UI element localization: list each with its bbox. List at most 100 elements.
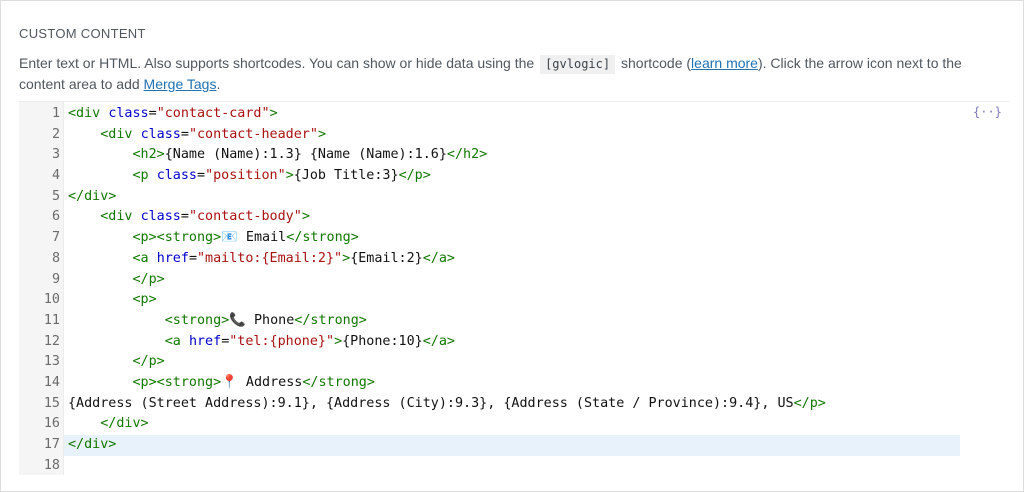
code-line[interactable]: 17 </div> [19,435,1009,456]
code-token-tag: </p> [398,168,431,184]
code-token-str: "contact-card" [156,106,270,121]
code-lines: 1 <div class="contact-card"> 2 <div class=… [19,104,1009,475]
code-token-tag: </p> [132,354,165,370]
code-line[interactable]: 6 <div class="contact-body"> [19,207,1009,228]
code-token-str: "position" [205,168,286,184]
code-line[interactable]: 9 </p> [19,270,1009,291]
line-number: 16 [43,416,60,432]
line-number: 11 [43,312,60,328]
code-text: <a href="tel:{phone}">{Phone:10}</a> [68,332,455,353]
code-token-tag: <p><strong> [132,374,222,390]
code-text: </p> [68,270,165,291]
learn-more-link[interactable]: learn more [691,55,758,71]
code-token-tag: <h2> [132,147,165,163]
code-token-tag: > [334,333,343,349]
code-token-str: "contact-header" [188,126,318,142]
code-line[interactable]: 1 <div class="contact-card"> [19,104,1009,125]
line-number: 15 [43,395,60,411]
code-line[interactable]: 12 <a href="tel:{phone}">{Phone:10}</a> [19,332,1009,353]
code-token-tag: </p> [793,395,826,411]
code-token-tag: <div [68,106,109,121]
code-token-txt: 📞 Phone [229,312,295,328]
code-token-tag: </div> [68,188,117,204]
code-editor[interactable]: 1 <div class="contact-card"> 2 <div class=… [19,101,1009,475]
line-number: 5 [51,188,60,204]
merge-tags-icon[interactable]: {··} [973,102,1002,122]
code-text: <p><strong>📍 Address</strong> [68,373,375,394]
code-text: </div> [68,187,116,208]
code-text: <p> [68,290,157,311]
code-token-tag: </div> [100,416,149,432]
gvlogic-code-chip: [gvlogic] [540,55,616,74]
code-line[interactable]: 11 <strong>📞 Phone</strong> [19,311,1009,332]
code-token-tag: <a [164,333,189,349]
code-line[interactable]: 4 <p class="position">{Job Title:3}</p> [19,166,1009,187]
code-token-attr: class [108,106,149,121]
merge-tags-link[interactable]: Merge Tags [144,76,217,92]
code-text: <strong>📞 Phone</strong> [68,311,367,332]
code-token-attr: href [188,333,222,349]
code-token-txt: = [148,106,157,121]
code-token-attr: class [156,168,197,184]
code-text: <p class="position">{Job Title:3}</p> [68,166,431,187]
code-token-tag: > [285,168,294,184]
code-token-txt: = [197,168,206,184]
code-text: <a href="mailto:{Email:2}">{Email:2}</a> [68,249,456,270]
code-line[interactable]: 3 <h2>{Name (Name):1.3} {Name (Name):1.6… [19,145,1009,166]
code-line[interactable]: 2 <div class="contact-header"> [19,125,1009,146]
code-line[interactable]: 8 <a href="mailto:{Email:2}">{Email:2}</… [19,249,1009,270]
code-line[interactable]: 13 </p> [19,352,1009,373]
code-line[interactable]: 10 <p> [19,290,1009,311]
line-number: 3 [51,147,60,163]
description-text-4: . [216,76,221,92]
code-line[interactable]: 7 <p><strong>📧 Email</strong> [19,228,1009,249]
code-text: </div> [68,435,116,456]
code-line[interactable]: 15 {Address (Street Address):9.1}, {Addre… [19,394,1009,415]
code-token-tag: > [301,209,310,225]
description-text-2: shortcode ( [621,55,692,71]
code-token-tag: </a> [422,333,455,349]
line-number: 4 [51,168,60,184]
code-text: <div class="contact-body"> [68,207,310,228]
code-token-tag: > [317,126,326,142]
code-token-tag: <div [100,209,141,225]
code-token-tag: <strong> [164,312,230,328]
code-token-txt: = [180,126,189,142]
line-number: 10 [43,292,60,308]
code-token-tag: <p> [132,292,157,308]
code-line[interactable]: 14 <p><strong>📍 Address</strong> [19,373,1009,394]
code-text: {Address (Street Address):9.1}, {Address… [68,394,826,415]
line-number: 13 [43,354,60,370]
section-description: Enter text or HTML. Also supports shortc… [19,53,1009,94]
code-token-attr: class [140,126,181,142]
code-text: </div> [68,414,149,435]
code-text: <h2>{Name (Name):1.3} {Name (Name):1.6}<… [68,145,488,166]
code-line[interactable]: 5 </div> [19,187,1009,208]
line-number: 7 [51,230,60,246]
description-text-1: Enter text or HTML. Also supports shortc… [19,55,535,71]
line-number: 1 [51,106,60,121]
code-token-txt: = [188,250,197,266]
code-token-attr: href [156,250,189,266]
code-line[interactable]: 16 </div> [19,414,1009,435]
code-token-tag: </strong> [302,374,375,390]
code-text: <div class="contact-card"> [68,104,278,125]
code-token-tag: <p [132,168,157,184]
line-number: 2 [51,126,60,142]
code-token-txt: = [180,209,189,225]
line-number: 17 [43,437,60,452]
code-token-txt: {Name (Name):1.3} {Name (Name):1.6} [164,147,447,163]
code-token-tag: </div> [68,437,117,452]
code-token-tag: > [269,106,278,121]
code-token-str: "tel:{phone}" [229,333,335,349]
code-token-tag: </p> [132,271,165,287]
code-token-txt: 📍 Address [221,374,303,390]
code-token-txt: {Job Title:3} [293,168,399,184]
code-line[interactable]: 18 [19,456,1009,475]
code-text: <div class="contact-header"> [68,125,326,146]
line-number: 14 [43,374,60,390]
code-token-tag: </h2> [446,147,488,163]
code-text: </p> [68,352,165,373]
line-number: 9 [51,271,60,287]
line-number: 6 [51,209,60,225]
